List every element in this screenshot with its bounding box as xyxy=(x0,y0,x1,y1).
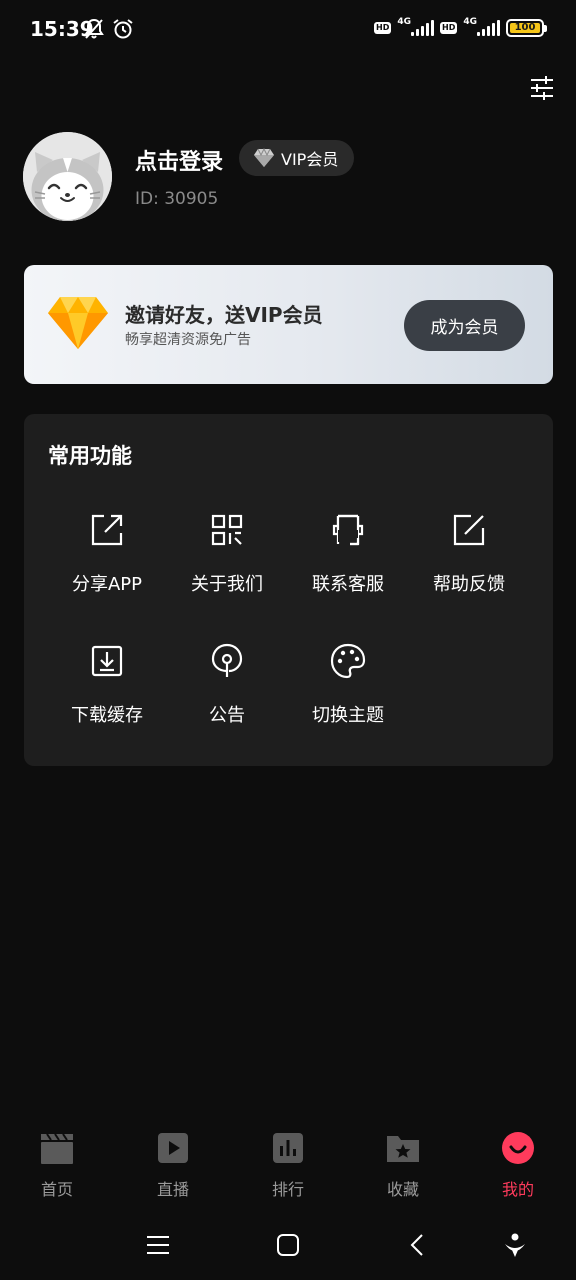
nav-mine[interactable]: 我的 xyxy=(473,1130,563,1200)
section-title: 常用功能 xyxy=(48,444,132,468)
gold-diamond-icon xyxy=(48,297,108,349)
smile-icon xyxy=(502,1132,534,1164)
avatar[interactable] xyxy=(23,132,112,221)
download-cache-label: 下载缓存 xyxy=(71,705,143,726)
hd-badge: HD xyxy=(374,22,392,34)
battery-level: 100 xyxy=(510,23,540,33)
home-square-icon[interactable] xyxy=(273,1230,303,1260)
edit-icon xyxy=(453,514,485,546)
alarm-icon xyxy=(113,19,133,39)
clapperboard-icon xyxy=(41,1133,73,1164)
network-type: 4G xyxy=(463,17,477,27)
nav-home-label: 首页 xyxy=(40,1180,73,1199)
profile-screen: 15:39 HD 4G HD 4G 100 点击登录 VIP会员 ID: 309… xyxy=(0,0,576,1280)
hd-badge: HD xyxy=(440,22,458,34)
vip-badge[interactable]: VIP会员 xyxy=(239,140,355,176)
signal-icon xyxy=(477,20,500,36)
banner-title: 邀请好友，送VIP会员 xyxy=(125,303,323,327)
help-feedback-item[interactable]: 帮助反馈 xyxy=(409,510,529,620)
banner-subtitle: 畅享超清资源免广告 xyxy=(125,332,251,348)
diamond-icon xyxy=(254,148,274,167)
status-bar: 15:39 HD 4G HD 4G 100 xyxy=(0,0,576,60)
help-feedback-label: 帮助反馈 xyxy=(433,574,505,595)
login-link[interactable]: 点击登录 xyxy=(135,144,223,176)
become-member-button[interactable]: 成为会员 xyxy=(404,300,525,351)
share-app-item[interactable]: 分享APP xyxy=(47,510,167,620)
nav-home[interactable]: 首页 xyxy=(12,1130,102,1200)
qrcode-icon xyxy=(211,514,243,546)
folder-star-icon xyxy=(387,1136,419,1162)
about-us-item[interactable]: 关于我们 xyxy=(167,510,287,620)
system-navigation xyxy=(0,1220,576,1270)
contact-service-label: 联系客服 xyxy=(312,574,384,595)
about-us-label: 关于我们 xyxy=(191,574,263,595)
nav-mine-label: 我的 xyxy=(501,1180,534,1199)
network-type: 4G xyxy=(397,17,411,27)
nav-live-label: 直播 xyxy=(156,1180,189,1199)
menu-icon[interactable] xyxy=(143,1230,173,1260)
nav-favorites-label: 收藏 xyxy=(386,1180,419,1199)
bottom-navigation: 首页 直播 排行 收藏 我的 xyxy=(0,1130,576,1210)
assistant-icon[interactable] xyxy=(500,1230,530,1260)
status-indicators: HD 4G HD 4G 100 xyxy=(374,17,547,37)
back-icon[interactable] xyxy=(403,1230,433,1260)
announcement-icon xyxy=(211,643,243,677)
nav-ranking-label: 排行 xyxy=(271,1180,304,1199)
customer-service-icon xyxy=(332,514,364,546)
bar-chart-icon xyxy=(273,1133,303,1163)
play-icon xyxy=(158,1133,188,1163)
announcement-item[interactable]: 公告 xyxy=(167,641,287,751)
switch-theme-item[interactable]: 切换主题 xyxy=(288,641,408,751)
switch-theme-label: 切换主题 xyxy=(312,705,384,726)
mute-notification-icon xyxy=(84,18,104,39)
contact-service-item[interactable]: 联系客服 xyxy=(288,510,408,620)
nav-live[interactable]: 直播 xyxy=(128,1130,218,1200)
cat-avatar-icon xyxy=(23,132,112,221)
announcement-label: 公告 xyxy=(209,705,245,726)
download-icon xyxy=(91,645,123,677)
common-functions-card: 常用功能 分享APP 关于我们 联系客服 帮助反馈 下载缓存 公告 切换主题 xyxy=(24,414,553,766)
nav-ranking[interactable]: 排行 xyxy=(243,1130,333,1200)
palette-icon xyxy=(330,643,366,679)
nav-favorites[interactable]: 收藏 xyxy=(358,1130,448,1200)
battery-icon: 100 xyxy=(506,19,547,37)
invite-banner[interactable]: 邀请好友，送VIP会员 畅享超清资源免广告 成为会员 xyxy=(24,265,553,384)
user-id: ID: 30905 xyxy=(135,189,219,209)
download-cache-item[interactable]: 下载缓存 xyxy=(47,641,167,751)
settings-sliders-icon[interactable] xyxy=(528,74,556,102)
signal-icon xyxy=(411,20,434,36)
share-icon xyxy=(91,514,123,546)
vip-badge-label: VIP会员 xyxy=(281,150,339,169)
share-app-label: 分享APP xyxy=(71,574,143,595)
